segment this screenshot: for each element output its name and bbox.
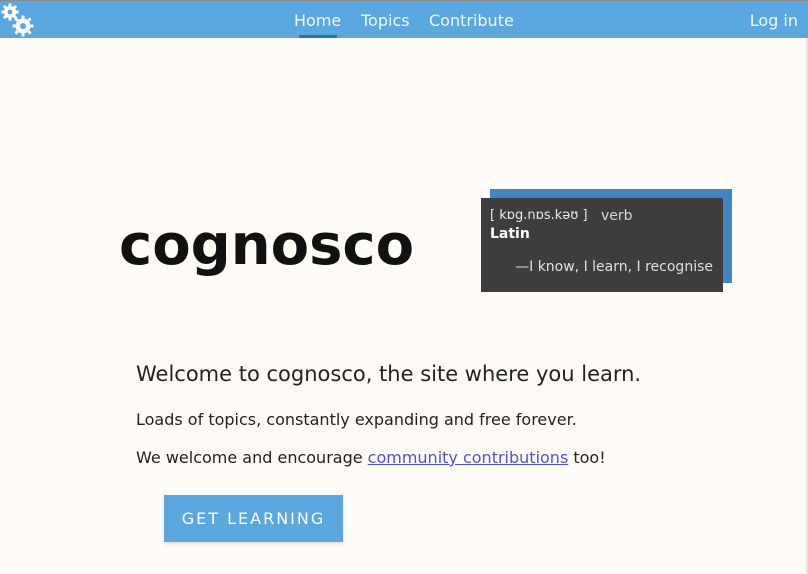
top-navbar: Home Topics Contribute Log in [0,0,808,38]
part-of-speech: verb [601,208,633,224]
community-contributions-link[interactable]: community contributions [368,448,569,467]
brand-title: cognosco [119,213,415,278]
get-learning-button[interactable]: GET LEARNING [164,495,343,542]
main-nav: Home Topics Contribute [0,1,808,39]
nav-contribute[interactable]: Contribute [429,11,514,30]
definition-meaning: —I know, I learn, I recognise [515,259,713,275]
intro-line-2-after: too! [568,448,606,467]
active-tab-indicator [299,35,337,38]
definition-language: Latin [490,226,530,242]
pronunciation: [ kɒg.nɒs.kəʊ ] [490,208,588,223]
intro-line-2: We welcome and encourage community contr… [136,448,606,467]
intro-line-2-before: We welcome and encourage [136,448,368,467]
definition-card: [ kɒg.nɒs.kəʊ ] verb Latin —I know, I le… [481,198,723,292]
welcome-heading: Welcome to cognosco, the site where you … [136,362,642,386]
intro-line-1: Loads of topics, constantly expanding an… [136,410,577,429]
nav-home[interactable]: Home [294,11,341,30]
login-link[interactable]: Log in [750,11,798,30]
nav-topics[interactable]: Topics [361,11,410,30]
